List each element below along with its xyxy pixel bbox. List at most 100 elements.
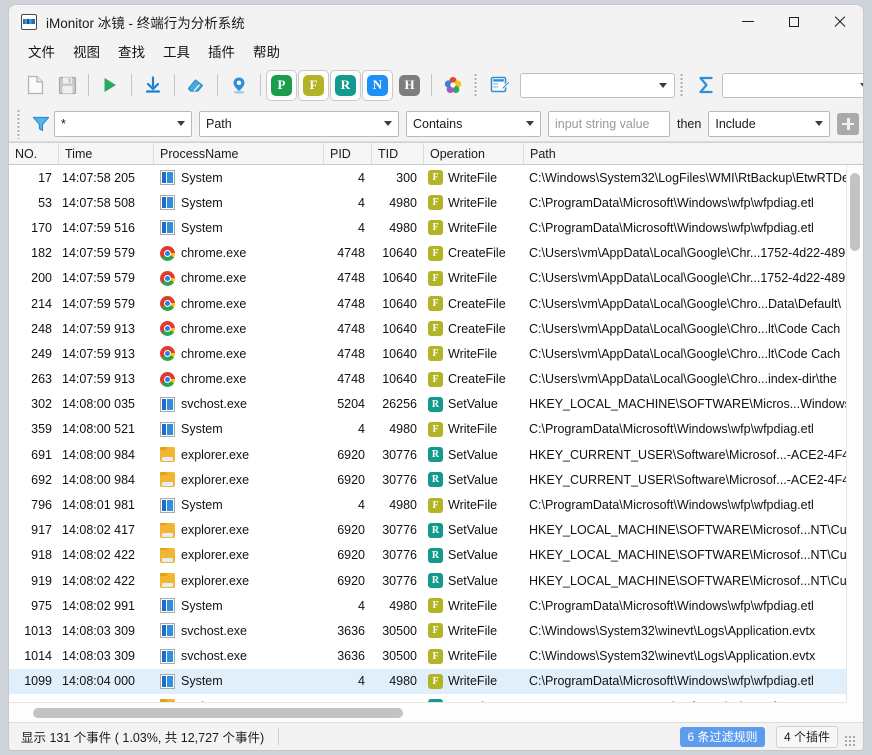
table-row[interactable]: 170 14:07:59 516 System 4 4980 F WriteFile C:\P… xyxy=(9,215,863,240)
menu-file[interactable]: 文件 xyxy=(19,38,64,64)
minimize-button[interactable] xyxy=(725,5,771,38)
operation-name: CreateFile xyxy=(448,296,506,311)
cell-tid: 4980 xyxy=(389,195,417,210)
cell-no: 1014 xyxy=(24,649,52,664)
table-row[interactable]: 53 14:07:58 508 System 4 4980 F WriteFile C:\Pr… xyxy=(9,190,863,215)
menu-find[interactable]: 查找 xyxy=(109,38,154,64)
table-body: 17 14:07:58 205 System 4 300 F WriteFile C:\Win… xyxy=(9,165,863,702)
column-header-path[interactable]: Path xyxy=(524,143,863,164)
plugins-badge[interactable]: 4 个插件 xyxy=(775,726,838,748)
filter-column-combo[interactable]: * xyxy=(54,110,192,137)
operation-type-badge: F xyxy=(428,195,443,211)
column-header-time[interactable]: Time xyxy=(59,143,154,164)
menu-plugins[interactable]: 插件 xyxy=(199,38,244,64)
table-row[interactable]: 919 14:08:02 422 explorer.exe 6920 30776 R Set… xyxy=(9,568,863,593)
toggle-file[interactable]: F xyxy=(298,69,329,101)
table-row[interactable]: 263 14:07:59 913 chrome.exe 4748 10640 F Creat… xyxy=(9,367,863,392)
minimize-icon xyxy=(742,20,754,23)
toggle-hook[interactable]: H xyxy=(394,70,425,101)
operation-type-badge: F xyxy=(428,623,443,639)
operation-name: CreateFile xyxy=(448,246,506,261)
maximize-button[interactable] xyxy=(771,5,817,38)
table-row[interactable]: 1013 14:08:03 309 svchost.exe 3636 30500 F Wri… xyxy=(9,618,863,643)
filter-value-input[interactable]: input string value xyxy=(548,110,670,137)
table-row[interactable]: 1014 14:08:03 309 svchost.exe 3636 30500 F Wri… xyxy=(9,644,863,669)
process-name: explorer.exe xyxy=(181,573,250,588)
filter-field-combo[interactable]: Path xyxy=(199,110,399,137)
operation-name: WriteFile xyxy=(448,674,498,689)
vertical-scrollbar[interactable] xyxy=(846,165,863,702)
start-capture-button[interactable] xyxy=(94,69,126,101)
toolbar-separator xyxy=(88,74,89,96)
theme-button[interactable] xyxy=(437,69,469,101)
toggle-process[interactable]: P xyxy=(266,69,297,101)
cell-proc: svchost.exe xyxy=(154,648,324,664)
locate-button[interactable] xyxy=(223,69,255,101)
cell-proc: System xyxy=(154,673,324,689)
resize-grip-icon[interactable] xyxy=(844,734,856,747)
column-header-operation[interactable]: Operation xyxy=(424,143,524,164)
vertical-scrollbar-thumb[interactable] xyxy=(850,173,860,251)
horizontal-scrollbar-thumb[interactable] xyxy=(33,708,403,718)
operation-type-badge: F xyxy=(428,371,443,387)
table-row[interactable]: 359 14:08:00 521 System 4 4980 F WriteFile C:\P… xyxy=(9,417,863,442)
menu-tools[interactable]: 工具 xyxy=(154,38,199,64)
table-row[interactable]: 17 14:07:58 205 System 4 300 F WriteFile C:\Win… xyxy=(9,165,863,190)
table-row[interactable]: 248 14:07:59 913 chrome.exe 4748 10640 F Creat… xyxy=(9,316,863,341)
toolbar-drag-handle[interactable] xyxy=(474,72,479,98)
cell-path: C:\Users\vm\AppData\Local\Google\Chro...… xyxy=(529,321,841,336)
table-row[interactable]: 691 14:08:00 984 explorer.exe 6920 30776 R Set… xyxy=(9,442,863,467)
events-table: NO. Time ProcessName PID TID Operation P… xyxy=(9,142,863,722)
close-icon xyxy=(834,16,846,28)
statistics-button[interactable] xyxy=(690,69,722,101)
statistics-combo[interactable] xyxy=(722,72,863,98)
table-row[interactable]: 796 14:08:01 981 System 4 4980 F WriteFile C:\P… xyxy=(9,492,863,517)
table-row[interactable]: 918 14:08:02 422 explorer.exe 6920 30776 R Set… xyxy=(9,543,863,568)
export-button[interactable] xyxy=(137,69,169,101)
cell-op: F WriteFile xyxy=(424,220,524,236)
cell-op: F WriteFile xyxy=(424,170,524,186)
table-row[interactable]: 164714:08:04 295explorer.exe692025632RSe… xyxy=(9,694,863,702)
column-header-pid[interactable]: PID xyxy=(324,143,372,164)
toggle-hook-label: H xyxy=(399,74,420,96)
cell-op: F WriteFile xyxy=(424,270,524,286)
status-bar: 显示 131 个事件 ( 1.03%, 共 12,727 个事件) 6 条过滤规… xyxy=(9,722,863,750)
column-header-no[interactable]: NO. xyxy=(9,143,59,164)
horizontal-scrollbar[interactable] xyxy=(9,702,846,722)
table-row[interactable]: 200 14:07:59 579 chrome.exe 4748 10640 F Write… xyxy=(9,266,863,291)
table-row[interactable]: 302 14:08:00 035 svchost.exe 5204 26256 R SetV… xyxy=(9,392,863,417)
toolbar-drag-handle-2[interactable] xyxy=(680,72,685,98)
toggle-registry-label: R xyxy=(335,74,356,96)
table-row[interactable]: 249 14:07:59 913 chrome.exe 4748 10640 F Write… xyxy=(9,341,863,366)
status-right-group: 6 条过滤规则 4 个插件 xyxy=(672,726,838,748)
cell-no: 302 xyxy=(31,397,52,412)
edit-columns-button[interactable] xyxy=(484,69,516,101)
operation-type-badge: F xyxy=(428,220,443,236)
table-row[interactable]: 214 14:07:59 579 chrome.exe 4748 10640 F Creat… xyxy=(9,291,863,316)
cell-pid: 4748 xyxy=(337,271,365,286)
download-icon xyxy=(145,76,161,93)
table-row[interactable]: 692 14:08:00 984 explorer.exe 6920 30776 R Set… xyxy=(9,467,863,492)
table-row[interactable]: 182 14:07:59 579 chrome.exe 4748 10640 F Creat… xyxy=(9,241,863,266)
close-button[interactable] xyxy=(817,5,863,38)
filter-drag-handle[interactable] xyxy=(17,108,22,139)
menu-view[interactable]: 视图 xyxy=(64,38,109,64)
view-preset-combo[interactable] xyxy=(520,72,675,98)
cell-pid: 4 xyxy=(358,195,365,210)
add-filter-rule-button[interactable] xyxy=(837,112,860,135)
toggle-network[interactable]: N xyxy=(362,69,393,101)
clear-events-button[interactable] xyxy=(180,69,212,101)
column-header-tid[interactable]: TID xyxy=(372,143,424,164)
table-row[interactable]: 1099 14:08:04 000 System 4 4980 F WriteFile C:\… xyxy=(9,668,863,694)
filter-rules-badge[interactable]: 6 条过滤规则 xyxy=(680,727,765,747)
table-row[interactable]: 917 14:08:02 417 explorer.exe 6920 30776 R Set… xyxy=(9,518,863,543)
toggle-registry[interactable]: R xyxy=(330,69,361,101)
save-button[interactable] xyxy=(51,69,83,101)
filter-condition-combo[interactable]: Contains xyxy=(406,110,541,137)
filter-action-combo[interactable]: Include xyxy=(708,110,831,137)
column-header-processname[interactable]: ProcessName xyxy=(154,143,324,164)
table-row[interactable]: 975 14:08:02 991 System 4 4980 F WriteFile C:\P… xyxy=(9,593,863,618)
cell-proc: System xyxy=(154,421,324,437)
new-file-button[interactable] xyxy=(19,69,51,101)
menu-help[interactable]: 帮助 xyxy=(244,38,289,64)
